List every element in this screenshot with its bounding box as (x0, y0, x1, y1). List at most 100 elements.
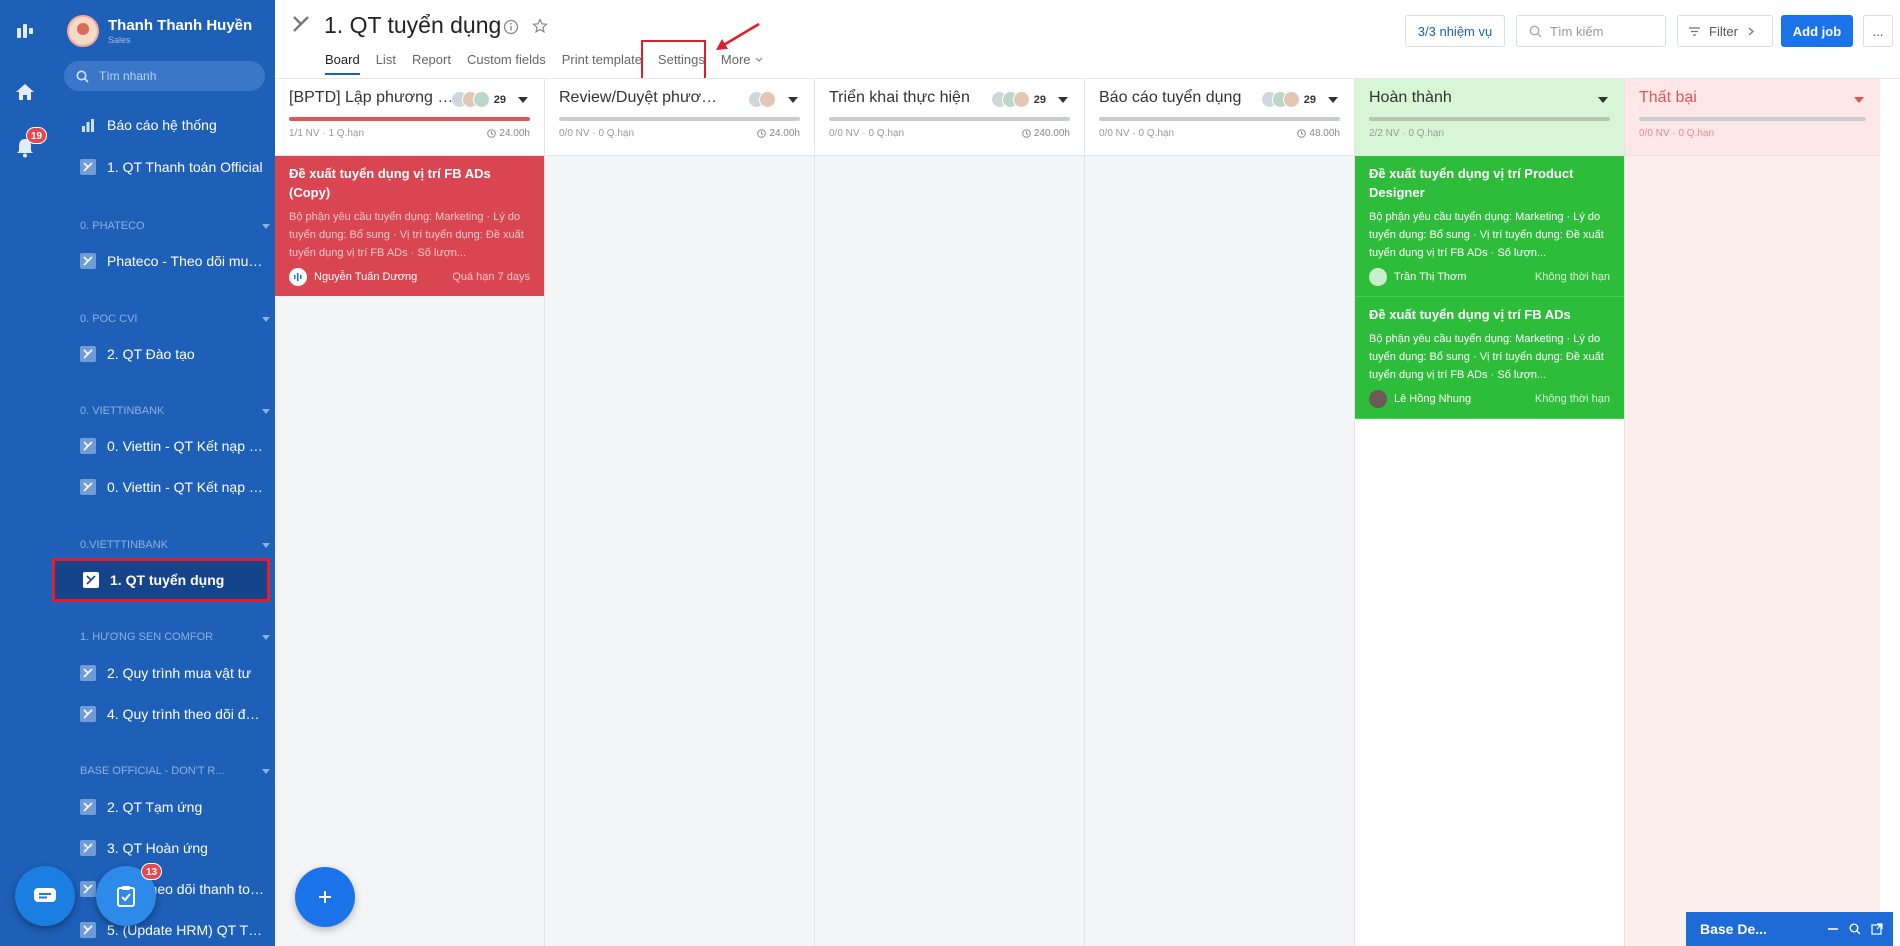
column-header[interactable]: Review/Duyệt phương án 0/0 NV · 0 Q.hạn … (545, 79, 814, 156)
sidebar-item-qt-thanh-toan[interactable]: 1. QT Thanh toán Official (80, 156, 270, 178)
more-options-button[interactable]: ... (1863, 15, 1893, 47)
group-title: 0.VIETTTINBANK (80, 539, 169, 551)
workflow-icon (83, 572, 99, 588)
task-card[interactable]: Đề xuất tuyển dụng vị trí Product Design… (1355, 156, 1624, 297)
sidebar-group-viettinbank[interactable]: 0. VIETTINBANK (80, 405, 270, 417)
search-icon[interactable] (1849, 923, 1861, 935)
column-meta: 0/0 NV · 0 Q.hạn (1099, 128, 1175, 139)
caret-down-icon[interactable] (518, 97, 528, 103)
caret-down-icon[interactable] (1328, 97, 1338, 103)
column-header[interactable]: [BPTD] Lập phương án tuyển dụng 29 1/1 N… (275, 79, 544, 156)
column-header[interactable]: Báo cáo tuyển dụng 29 0/0 NV · 0 Q.hạn 4… (1085, 79, 1354, 156)
tab-report[interactable]: Report (412, 52, 451, 75)
column-meta: 0/0 NV · 0 Q.hạn (829, 128, 905, 139)
task-card[interactable]: Đề xuất tuyển dụng vị trí FB ADs (Copy) … (275, 156, 544, 296)
star-icon[interactable] (532, 18, 548, 39)
column-meta: 2/2 NV · 0 Q.hạn (1369, 128, 1445, 139)
search-placeholder: Tìm kiếm (1550, 23, 1604, 39)
caret-down-icon (262, 316, 270, 322)
sidebar-group-poc-cvi[interactable]: 0. POC CVI (80, 313, 270, 325)
hours-value: 240.00h (1033, 128, 1070, 139)
tab-more[interactable]: More (721, 52, 763, 75)
tab-custom-fields[interactable]: Custom fields (467, 52, 546, 75)
card-assignee: Nguyễn Tuấn Dương (314, 271, 418, 283)
column-title: Thất bại (1639, 89, 1697, 106)
tab-print-template[interactable]: Print template (562, 52, 642, 75)
sidebar-group-huong-sen[interactable]: 1. HƯƠNG SEN COMFOR (80, 631, 270, 643)
column-header[interactable]: Thất bại 0/0 NV · 0 Q.hạn (1625, 79, 1880, 156)
sidebar-item-phateco[interactable]: Phateco - Theo dõi mua hàng (80, 250, 270, 272)
tasks-badge: 13 (141, 863, 163, 880)
caret-down-icon[interactable] (1598, 97, 1608, 103)
workflow-icon (80, 706, 96, 722)
column-meta: 1/1 NV · 1 Q.hạn (289, 128, 365, 139)
chat-window-bar[interactable]: Base De... (1686, 912, 1893, 946)
workflow-icon (80, 881, 96, 897)
sidebar-group-vietttinbank[interactable]: 0.VIETTTINBANK (80, 539, 270, 551)
sidebar-group-base-official[interactable]: BASE OFFICIAL - DON'T R... (80, 765, 270, 777)
column-progress (289, 117, 530, 121)
sidebar-item-qt-tuyen-dung[interactable]: 1. QT tuyển dụng (52, 558, 270, 602)
column-hours: 24.00h (487, 128, 530, 139)
column-header[interactable]: Hoàn thành 2/2 NV · 0 Q.hạn (1355, 79, 1624, 156)
tasks-count-button[interactable]: 3/3 nhiệm vụ (1405, 15, 1505, 47)
sidebar-item-update-hrm[interactable]: 5. (Update HRM) QT Tá... (80, 919, 270, 941)
filter-button[interactable]: Filter (1677, 15, 1773, 47)
column-title: [BPTD] Lập phương án tuyển dụng (289, 89, 454, 106)
assignee-count: 29 (493, 93, 506, 106)
sidebar-item-qt-dao-tao[interactable]: 2. QT Đào tạo (80, 343, 270, 365)
caret-down-icon[interactable] (1058, 97, 1068, 103)
popout-icon[interactable] (1871, 923, 1883, 935)
chat-fab-button[interactable] (15, 866, 75, 926)
tab-list[interactable]: List (376, 52, 396, 75)
view-tabs: Board List Report Custom fields Print te… (325, 52, 779, 75)
column-assignees[interactable]: 29 (450, 91, 506, 108)
avatar (472, 91, 490, 108)
sidebar-item-theo-doi-don-hang[interactable]: 4. Quy trình theo dõi đơn hàng (80, 703, 270, 725)
app-logo-icon[interactable] (13, 20, 37, 44)
filter-icon (1689, 26, 1701, 36)
sidebar-group-phateco[interactable]: 0. PHATECO (80, 220, 270, 232)
sidebar-item-viettin-2[interactable]: 0. Viettin - QT Kết nạp đảng viên (80, 476, 270, 498)
column-hours: 48.00h (1297, 128, 1340, 139)
tab-board[interactable]: Board (325, 52, 360, 75)
column-progress (1099, 117, 1340, 121)
sidebar-item-tam-ung[interactable]: 2. QT Tạm ứng (80, 796, 270, 818)
sidebar-item-bao-cao-he-thong[interactable]: Báo cáo hệ thống (80, 114, 270, 136)
card-assignee: Lê Hồng Nhung (1394, 393, 1472, 405)
chevron-down-icon (755, 57, 762, 62)
card-title: Đề xuất tuyển dụng vị trí FB ADs (Copy) (289, 166, 491, 200)
card-description: Bộ phận yêu cầu tuyển dụng: Marketing · … (289, 211, 524, 259)
search-input[interactable]: Tìm kiếm (1516, 15, 1666, 47)
task-card[interactable]: Đề xuất tuyển dụng vị trí FB ADs Bộ phận… (1355, 297, 1624, 419)
sidebar-item-hoan-ung[interactable]: 3. QT Hoàn ứng (80, 837, 270, 859)
add-card-button[interactable] (295, 867, 355, 927)
hours-value: 48.00h (1309, 128, 1340, 139)
sidebar-item-mua-vat-tu[interactable]: 2. Quy trình mua vật tư (80, 662, 270, 684)
caret-down-icon[interactable] (788, 97, 798, 103)
group-title: 0. PHATECO (80, 220, 145, 232)
column-assignees[interactable]: 29 (1260, 91, 1316, 108)
column-header[interactable]: Triển khai thực hiện 29 0/0 NV · 0 Q.hạn… (815, 79, 1084, 156)
info-icon[interactable] (503, 19, 519, 40)
hours-value: 24.00h (499, 128, 530, 139)
caret-down-icon[interactable] (1854, 97, 1864, 103)
sidebar-item-viettin-1[interactable]: 0. Viettin - QT Kết nạp thành viên (80, 435, 270, 457)
column-assignees[interactable] (748, 91, 776, 108)
column-progress (559, 117, 800, 121)
quick-search-input[interactable]: Tìm nhanh (64, 61, 265, 91)
board-column: [BPTD] Lập phương án tuyển dụng 29 1/1 N… (275, 79, 545, 946)
card-description: Bộ phận yêu cầu tuyển dụng: Marketing · … (1369, 333, 1604, 381)
user-profile[interactable]: Thanh Thanh Huyền Sales (67, 15, 252, 47)
avatar (1282, 91, 1300, 108)
chat-icon (34, 888, 56, 902)
column-meta: 0/0 NV · 0 Q.hạn (559, 128, 635, 139)
app-window: 19 Thanh Thanh Huyền Sales Tìm nhanh Báo… (0, 0, 1900, 946)
filter-label: Filter (1709, 23, 1738, 39)
board-column: Báo cáo tuyển dụng 29 0/0 NV · 0 Q.hạn 4… (1085, 79, 1355, 946)
workflow-icon (80, 840, 96, 856)
column-assignees[interactable]: 29 (990, 91, 1046, 108)
add-job-button[interactable]: Add job (1781, 15, 1853, 47)
home-icon[interactable] (13, 80, 37, 104)
minimize-icon[interactable] (1827, 923, 1839, 935)
